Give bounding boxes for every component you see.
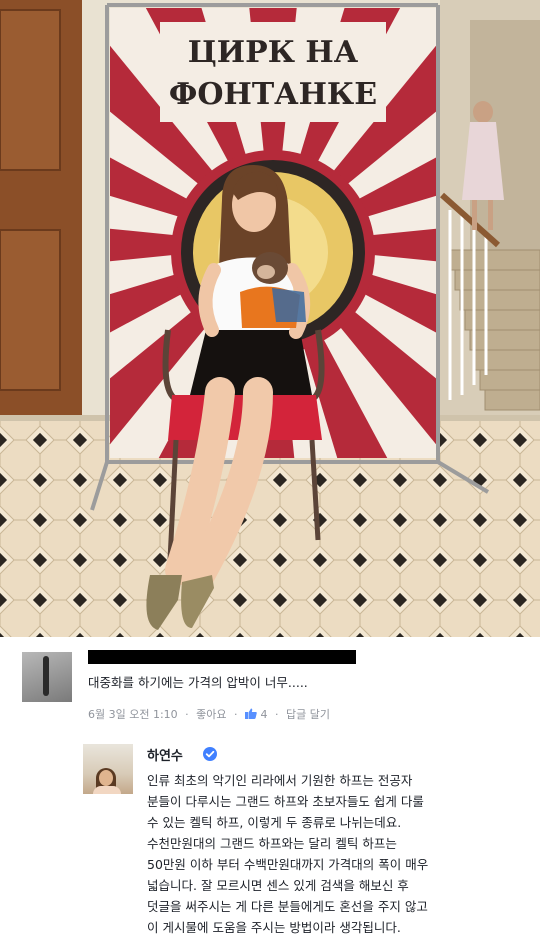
- comment-thread: 대중화를 하기에는 가격의 압박이 너무..... 6월 3일 오전 1:10 …: [0, 637, 540, 935]
- comment-date[interactable]: 6월 3일 오전 1:10: [88, 708, 178, 721]
- reply-line: 분들이 다루시는 그랜드 하프와 초보자들도 쉽게 다룰: [147, 794, 424, 809]
- reply-line: 이 게시물에 도움을 주시는 방법이라 생각됩니다.: [147, 920, 401, 935]
- reply-line: 50만원 이하 부터 수백만원대까지 가격대의 폭이 매우: [147, 857, 429, 872]
- reply-line: 수 있는 켈틱 하프, 이렇게 두 종류로 나뉘는데요.: [147, 815, 402, 830]
- reply-line: 수천만원대의 그랜드 하프와는 달리 켈틱 하프는: [147, 836, 397, 851]
- comment-text: 대중화를 하기에는 가격의 압박이 너무.....: [88, 675, 308, 690]
- like-count: 4: [260, 708, 268, 721]
- thumbs-up-icon[interactable]: [245, 708, 257, 719]
- replier-avatar[interactable]: [83, 744, 133, 794]
- reply-line: 덧글을 써주시는 게 다른 분들에게도 혼선을 주지 않고: [147, 899, 428, 914]
- like-link[interactable]: 좋아요: [196, 708, 226, 721]
- comment-meta: 6월 3일 오전 1:10 · 좋아요 · 4 · 답글 달기: [88, 708, 331, 721]
- reply-line: 넓습니다. 잘 모르시면 센스 있게 검색을 해보신 후: [147, 878, 409, 893]
- reply-text: 인류 최초의 악기인 리라에서 기원한 하프는 전공자 분들이 다루시는 그랜드…: [147, 770, 492, 938]
- poster-title-line2: ФОНТАНКЕ: [169, 77, 377, 112]
- reply-line: 인류 최초의 악기인 리라에서 기원한 하프는 전공자: [147, 773, 413, 788]
- verified-badge-icon: [203, 747, 217, 761]
- commenter-avatar[interactable]: [22, 652, 72, 702]
- photo: ЦИРК НА ФОНТАНКЕ: [0, 0, 540, 637]
- redacted-name-bar: [88, 650, 356, 664]
- replier-name[interactable]: 하연수: [147, 745, 183, 764]
- poster-title-line1: ЦИРК НА: [188, 35, 359, 70]
- reply-link[interactable]: 답글 달기: [286, 708, 330, 721]
